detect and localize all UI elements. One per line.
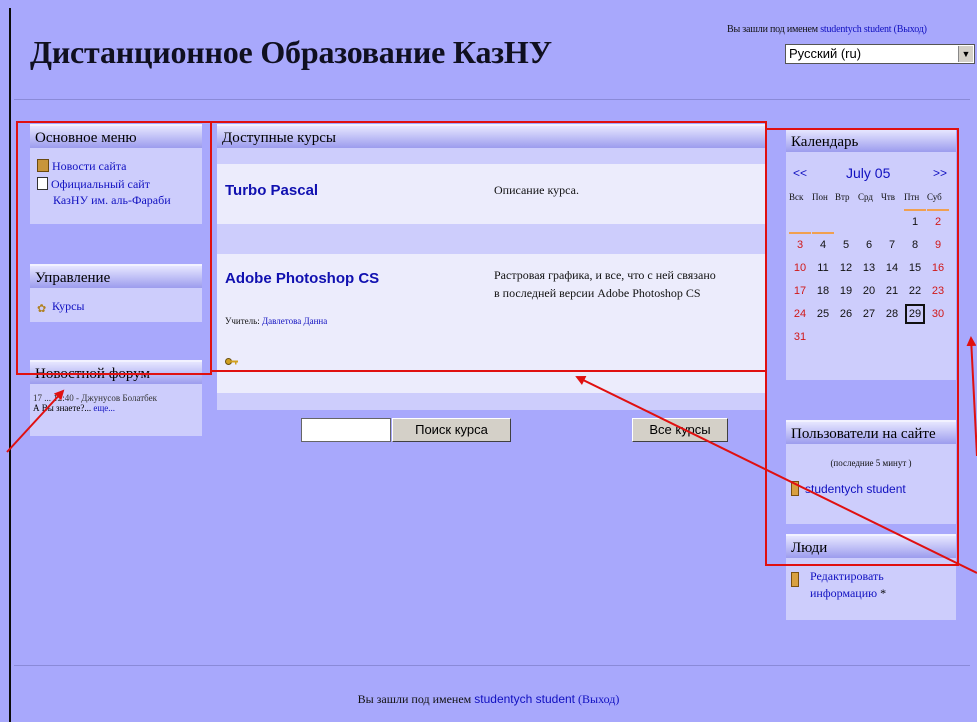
annotation-arrow [6, 389, 65, 453]
annotation-arrows [6, 336, 977, 574]
annotation-arrow [966, 336, 977, 457]
annotation-arrow [575, 376, 977, 574]
